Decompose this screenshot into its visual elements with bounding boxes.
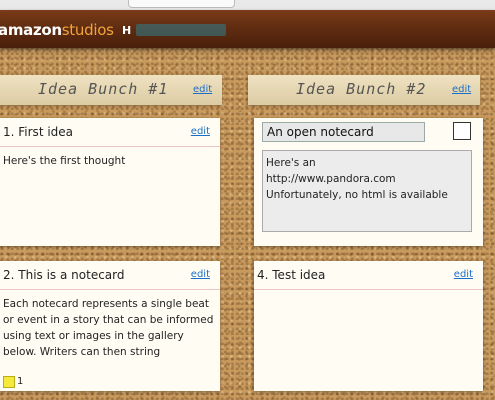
- notecard-title: 4. Test idea: [257, 268, 326, 282]
- amazon-studios-logo[interactable]: amazonstudios: [0, 21, 114, 39]
- logo-amazon-text: amazon: [0, 21, 62, 39]
- bunch-title-1: Idea Bunch #1: [38, 80, 169, 98]
- notecard-header: 1. First idea edit: [0, 118, 220, 147]
- bunch-header-1: Idea Bunch #1 edit: [0, 75, 222, 105]
- user-name-blurred[interactable]: [136, 24, 226, 36]
- notecard-media-count[interactable]: 1: [3, 371, 23, 390]
- notecard-body: Here's the first thought: [3, 155, 126, 167]
- browser-tab[interactable]: [128, 0, 235, 8]
- notecard-4[interactable]: 4. Test idea edit: [254, 261, 483, 391]
- bunch-title-2: Idea Bunch #2: [296, 80, 427, 98]
- user-initial: H: [122, 24, 132, 37]
- bunch-edit-link-2[interactable]: edit: [452, 84, 471, 95]
- notecard-edit-link[interactable]: edit: [191, 126, 210, 137]
- notecard-checkbox[interactable]: [453, 122, 471, 140]
- notecard-header: 2. This is a notecard edit: [0, 261, 220, 290]
- yellow-square-icon: [3, 375, 15, 388]
- media-count-value: 1: [17, 376, 24, 387]
- bunch-edit-link-1[interactable]: edit: [193, 84, 212, 95]
- notecard-edit-link[interactable]: edit: [454, 269, 473, 280]
- logo-studios-text: studios: [61, 21, 114, 39]
- notecard-header: 4. Test idea edit: [254, 261, 483, 290]
- notecard-1[interactable]: 1. First idea edit Here's the first thou…: [0, 118, 220, 246]
- notecard-body: Each notecard represents a single beat o…: [3, 298, 214, 358]
- app-header: amazonstudios H: [0, 10, 495, 48]
- bunch-header-2: Idea Bunch #2 edit: [248, 75, 480, 105]
- notecard-title-input[interactable]: [262, 122, 425, 142]
- notecard-2[interactable]: 2. This is a notecard edit Each notecard…: [0, 261, 220, 391]
- notecard-title: 1. First idea: [3, 125, 74, 139]
- notecard-open[interactable]: Here's an http://www.pandora.com Unfortu…: [254, 118, 483, 246]
- notecard-body-textarea[interactable]: Here's an http://www.pandora.com Unfortu…: [262, 150, 472, 232]
- notecard-title: 2. This is a notecard: [3, 268, 125, 282]
- notecard-edit-link[interactable]: edit: [191, 269, 210, 280]
